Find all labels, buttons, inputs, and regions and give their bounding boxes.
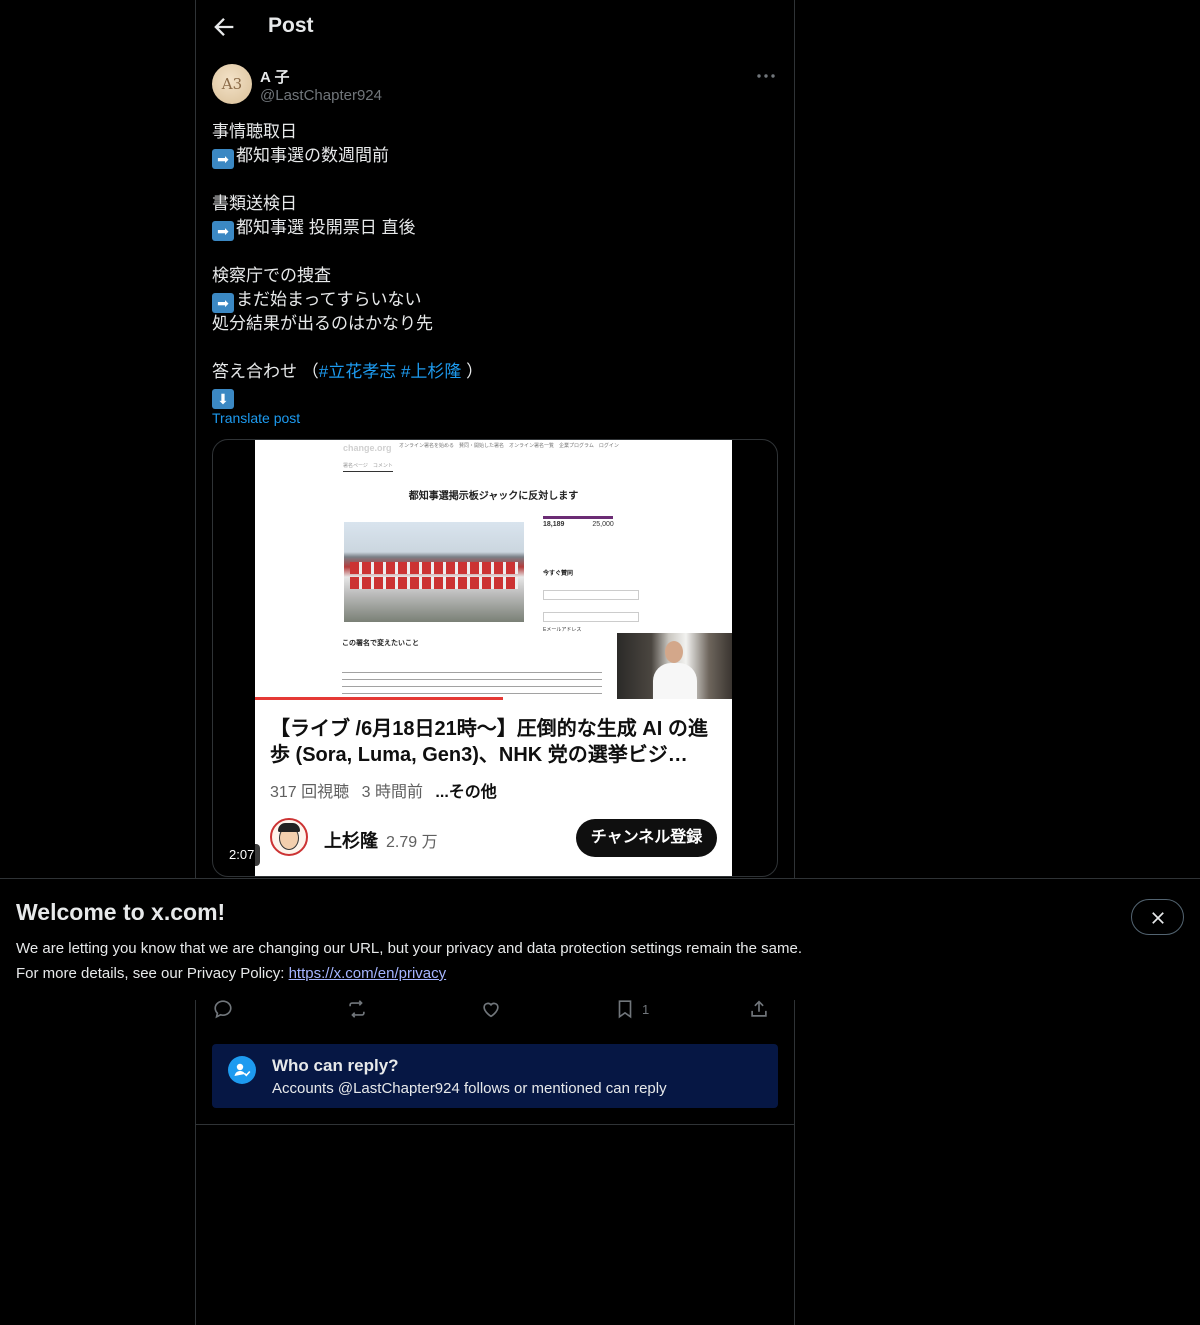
page-title: Post	[268, 14, 314, 37]
author-name[interactable]: A 子	[260, 66, 289, 87]
like-icon	[483, 1002, 499, 1018]
right-arrow-icon: ➡	[212, 221, 234, 241]
channel-avatar	[270, 818, 308, 856]
youtube-time: 3 時間前	[361, 784, 423, 801]
post-line: 書類送検日	[212, 194, 297, 213]
youtube-meta: 317 回視聴 3 時間前 ...その他	[270, 778, 497, 802]
repost-icon	[349, 1000, 365, 1018]
web-tabs: 署名ページ コメント	[343, 462, 393, 472]
reply-icon	[214, 1000, 232, 1019]
bookmark-count: 1	[642, 1001, 650, 1017]
web-email-label: Eメールアドレス	[543, 627, 582, 633]
web-count-goal: 25,000	[592, 521, 614, 528]
youtube-card: 【ライブ /6月18日21時〜】圧倒的な生成 AI の進歩 (Sora, Lum…	[255, 702, 732, 876]
back-arrow-icon	[214, 18, 234, 36]
post-line-text: まだ始まってすらいない	[236, 290, 422, 309]
down-arrow-icon: ⬇	[212, 389, 234, 409]
hashtag-link[interactable]: #上杉隆	[401, 362, 461, 381]
post-author: A3 A 子 @LastChapter924	[212, 64, 778, 108]
post-line-text: 都知事選 投開票日 直後	[236, 218, 416, 237]
channel-name: 上杉隆 2.79 万	[324, 827, 438, 853]
back-button[interactable]	[210, 13, 238, 41]
privacy-link[interactable]: https://x.com/en/privacy	[289, 965, 447, 982]
webcam-shirt	[653, 663, 697, 699]
channel-name-text: 上杉隆	[324, 831, 378, 851]
post-blank-line	[212, 336, 778, 360]
post-line-text: 都知事選の数週間前	[236, 146, 389, 165]
who-can-reply-subtitle: Accounts @LastChapter924 follows or ment…	[272, 1080, 667, 1097]
banner-line2-prefix: For more details, see our Privacy Policy…	[16, 965, 289, 982]
web-input	[543, 590, 639, 600]
web-section-title: この署名で変えたいこと	[342, 640, 419, 647]
channel-avatar-hair	[278, 823, 300, 832]
post-line: 検察庁での捜査	[212, 266, 331, 285]
youtube-views: 317 回視聴	[270, 784, 350, 801]
bookmark-icon	[618, 1000, 632, 1019]
web-form-title: 今すぐ賛同	[543, 571, 574, 577]
post-line-text: ）	[466, 362, 484, 381]
web-photo	[344, 522, 524, 622]
web-nav-items: オンライン署名を始める 賛同・開始した署名 オンライン署名一覧 企業プログラム …	[399, 443, 619, 449]
video-duration: 2:07	[223, 844, 261, 866]
webcam-face	[665, 641, 683, 663]
person-check-icon	[228, 1056, 256, 1084]
main-column: Post A3 A 子 @LastChapter924 事情聴取日 ➡ 都知事選の…	[195, 0, 795, 1325]
post-line: 事情聴取日	[212, 122, 297, 141]
who-can-reply-box: Who can reply? Accounts @LastChapter924 …	[212, 1044, 778, 1108]
top-bar: Post	[196, 0, 794, 54]
video-player[interactable]: change.org オンライン署名を始める 賛同・開始した署名 オンライン署名…	[212, 439, 778, 877]
poster-board-row	[350, 562, 518, 574]
channel-subscribers: 2.79 万	[386, 834, 438, 851]
avatar[interactable]: A3	[212, 64, 252, 104]
more-icon	[757, 74, 775, 78]
web-stats: 18,189 25,000	[543, 516, 643, 528]
banner-line1: We are letting you know that we are chan…	[16, 940, 802, 957]
post-blank-line	[212, 240, 778, 264]
post-line-text: 答え合わせ （	[212, 362, 319, 381]
post-line: ⬇	[212, 384, 778, 409]
right-arrow-icon: ➡	[212, 293, 234, 313]
web-count-current: 18,189	[543, 521, 565, 528]
video-progress	[255, 697, 503, 700]
post-blank-line	[212, 168, 778, 192]
post-line: 処分結果が出るのはかなり先	[212, 314, 433, 333]
web-input	[543, 612, 639, 622]
webcam-overlay	[617, 633, 732, 699]
video-frame[interactable]: change.org オンライン署名を始める 賛同・開始した署名 オンライン署名…	[255, 440, 732, 876]
person-check-svg	[234, 1063, 251, 1077]
banner-text: We are letting you know that we are chan…	[16, 936, 802, 986]
web-progress-bar	[543, 516, 613, 519]
more-button[interactable]	[754, 64, 778, 88]
author-handle[interactable]: @LastChapter924	[260, 87, 382, 104]
subscribe-button: チャンネル登録	[576, 819, 717, 857]
web-logo: change.org	[343, 443, 392, 453]
translate-post-link[interactable]: Translate post	[212, 410, 300, 426]
post-line: ➡ 都知事選 投開票日 直後	[212, 216, 778, 241]
hashtag-link[interactable]: #立花孝志	[319, 362, 396, 381]
youtube-more: ...その他	[435, 784, 497, 801]
welcome-banner: Welcome to x.com! We are letting you kno…	[0, 878, 1200, 1000]
banner-close-button[interactable]	[1131, 899, 1184, 935]
post-line: ➡ まだ始まってすらいない	[212, 288, 778, 313]
web-title: 都知事選掲示板ジャックに反対します	[408, 491, 579, 502]
web-body-text	[342, 672, 602, 694]
close-icon	[1152, 912, 1164, 924]
post-text: 事情聴取日 ➡ 都知事選の数週間前 書類送検日 ➡ 都知事選 投開票日 直後 検察庁…	[212, 120, 778, 409]
banner-line2: For more details, see our Privacy Policy…	[16, 961, 802, 986]
post-line: 答え合わせ （#立花孝志 #上杉隆 ）	[212, 360, 778, 384]
web-nav: change.org オンライン署名を始める 賛同・開始した署名 オンライン署名…	[255, 440, 732, 462]
banner-title: Welcome to x.com!	[16, 899, 226, 925]
poster-board-row	[350, 577, 518, 589]
divider	[196, 1124, 794, 1125]
share-icon	[751, 1000, 767, 1017]
who-can-reply-title: Who can reply?	[272, 1056, 399, 1075]
post-line: ➡ 都知事選の数週間前	[212, 144, 778, 169]
youtube-title: 【ライブ /6月18日21時〜】圧倒的な生成 AI の進歩 (Sora, Lum…	[270, 718, 708, 766]
right-arrow-icon: ➡	[212, 149, 234, 169]
